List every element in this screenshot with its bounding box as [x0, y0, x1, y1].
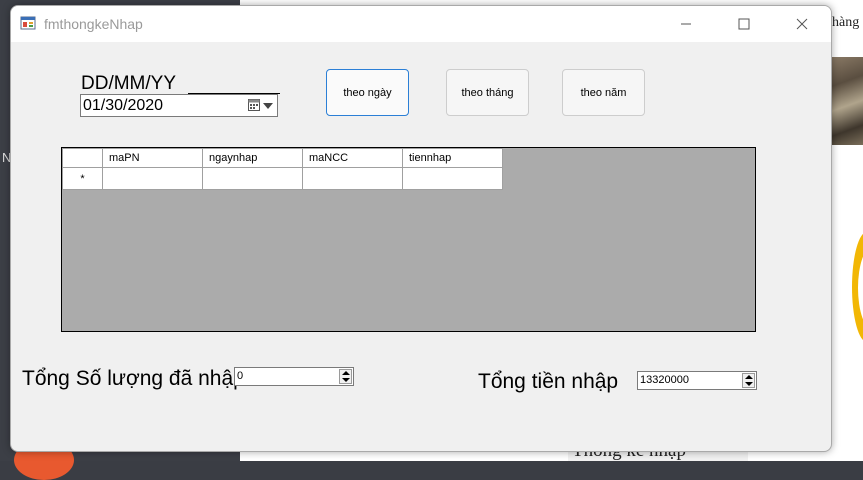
date-picker[interactable]: 01/30/2020 [80, 94, 278, 117]
spin-down-icon[interactable] [342, 378, 350, 382]
column-header[interactable]: maNCC [302, 148, 403, 168]
by-day-button[interactable]: theo ngày [326, 69, 409, 116]
table-row: * [62, 167, 503, 190]
grid-table: maPN ngaynhap maNCC tiennhap * [62, 148, 503, 190]
maximize-button[interactable] [715, 6, 773, 42]
total-quantity-spinner[interactable]: 0 [234, 367, 354, 386]
column-header[interactable]: maPN [102, 148, 203, 168]
grid-corner-cell[interactable] [62, 148, 103, 168]
amount-spin-buttons[interactable] [742, 373, 755, 388]
data-grid[interactable]: maPN ngaynhap maNCC tiennhap * [61, 147, 756, 332]
window-title: fmthongkeNhap [44, 16, 143, 32]
form-window: fmthongkeNhap DD/MM/YY 01/30/2020 theo n… [10, 5, 832, 452]
grid-cell[interactable] [102, 167, 203, 190]
total-quantity-label: Tổng Số lượng đã nhập [22, 367, 245, 390]
total-amount-value: 13320000 [640, 374, 689, 386]
total-quantity-value: 0 [237, 370, 244, 382]
minimize-icon [681, 23, 691, 25]
column-header[interactable]: ngaynhap [202, 148, 303, 168]
close-icon [796, 18, 808, 30]
spin-up-icon[interactable] [342, 371, 350, 375]
quantity-spin-buttons[interactable] [339, 369, 352, 384]
app-icon [20, 16, 36, 30]
maximize-icon [738, 18, 750, 30]
total-amount-spinner[interactable]: 13320000 [637, 371, 757, 390]
title-bar[interactable]: fmthongkeNhap [11, 6, 831, 42]
grid-cell[interactable] [402, 167, 503, 190]
chevron-down-icon[interactable] [263, 103, 273, 109]
total-amount-label: Tổng tiền nhập [478, 370, 619, 393]
minimize-button[interactable] [657, 6, 715, 42]
date-format-label: DD/MM/YY [81, 73, 176, 94]
grid-cell[interactable] [302, 167, 403, 190]
new-row-marker[interactable]: * [62, 167, 103, 190]
calendar-icon [248, 99, 260, 111]
background-top-text: hàng [832, 15, 860, 30]
close-button[interactable] [773, 6, 831, 42]
date-value: 01/30/2020 [83, 97, 164, 114]
by-year-button[interactable]: theo năm [562, 69, 645, 116]
background-photo [830, 57, 863, 145]
spin-up-icon[interactable] [745, 375, 753, 379]
grid-header-row: maPN ngaynhap maNCC tiennhap [62, 148, 503, 168]
grid-cell[interactable] [202, 167, 303, 190]
column-header[interactable]: tiennhap [402, 148, 503, 168]
spin-down-icon[interactable] [745, 382, 753, 386]
by-month-button[interactable]: theo tháng [446, 69, 529, 116]
